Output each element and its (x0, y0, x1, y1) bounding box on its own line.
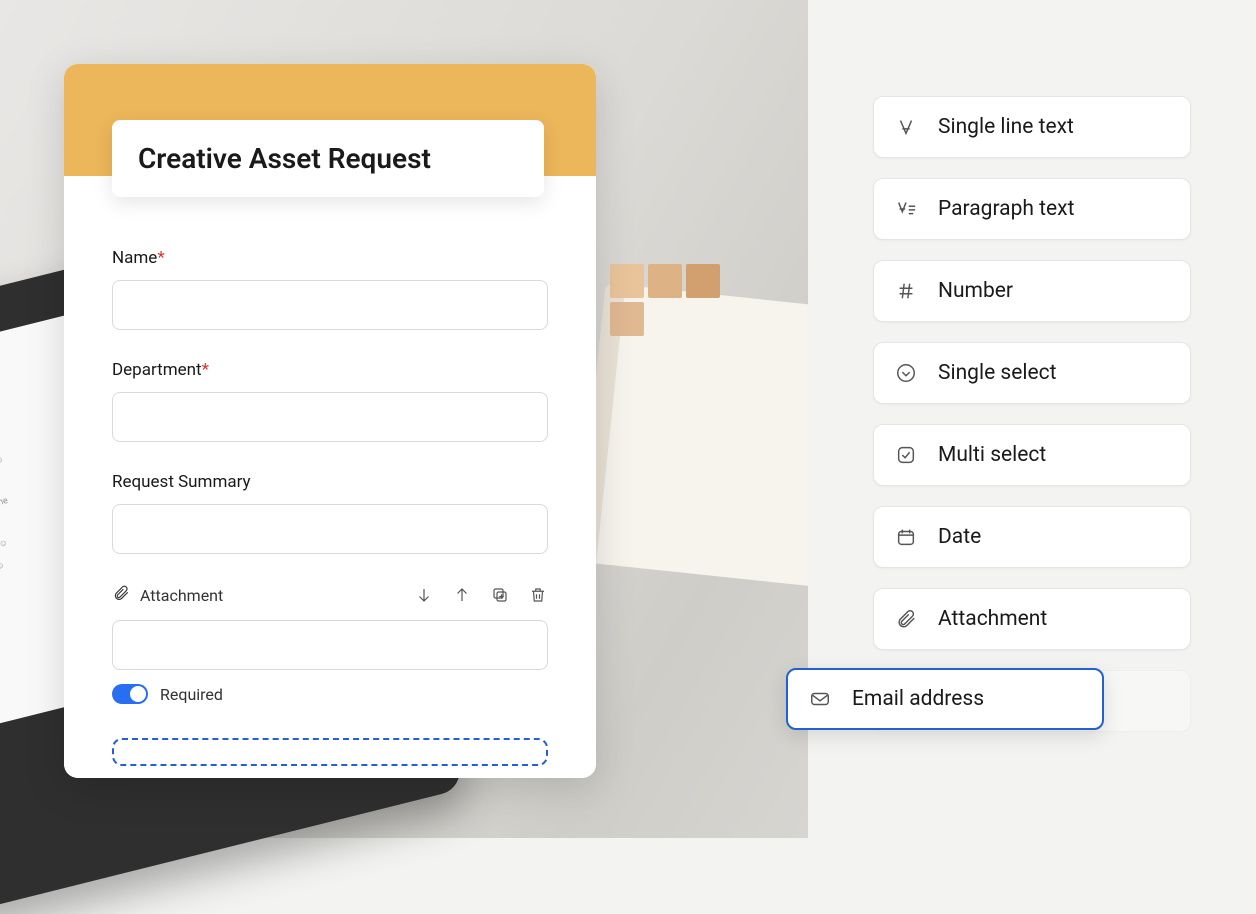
field-type-number[interactable]: Number (873, 260, 1191, 322)
field-summary: Request Summary (112, 472, 548, 554)
required-row: Required (112, 684, 548, 704)
calendar-icon (894, 525, 918, 549)
checkbox-icon (894, 443, 918, 467)
name-input[interactable] (112, 280, 548, 330)
move-up-icon[interactable] (452, 585, 472, 605)
background-swatch (648, 264, 682, 298)
delete-icon[interactable] (528, 585, 548, 605)
field-dropzone[interactable] (112, 738, 548, 766)
field-type-label: Single line text (938, 115, 1074, 139)
duplicate-icon[interactable] (490, 585, 510, 605)
field-label-department: Department* (112, 360, 548, 380)
label-text: Department (112, 360, 202, 380)
field-label-summary: Request Summary (112, 472, 548, 492)
required-asterisk: * (202, 360, 209, 380)
field-type-date[interactable]: Date (873, 506, 1191, 568)
summary-input[interactable] (112, 504, 548, 554)
field-type-label: Number (938, 279, 1013, 303)
form-builder-card: Creative Asset Request Name* Department*… (64, 64, 596, 778)
field-type-single-line[interactable]: Single line text (873, 96, 1191, 158)
hash-icon (894, 279, 918, 303)
form-body: Name* Department* Request Summary Attach… (64, 176, 596, 778)
field-type-label: Attachment (938, 607, 1047, 631)
attachment-label-group: Attachment (112, 584, 223, 606)
field-type-single-select[interactable]: Single select (873, 342, 1191, 404)
background-swatch (686, 264, 720, 298)
department-input[interactable] (112, 392, 548, 442)
field-department: Department* (112, 360, 548, 442)
background-swatch (610, 302, 644, 336)
attachment-label: Attachment (140, 586, 223, 605)
required-label: Required (160, 685, 223, 704)
text-icon (894, 115, 918, 139)
paragraph-icon (894, 197, 918, 221)
field-label-name: Name* (112, 248, 548, 268)
field-type-label: Email address (852, 687, 984, 711)
required-asterisk: * (157, 248, 164, 268)
paperclip-icon (894, 607, 918, 631)
move-down-icon[interactable] (414, 585, 434, 605)
attachment-toolbar (414, 585, 548, 605)
paperclip-icon (112, 584, 130, 606)
field-type-attachment[interactable]: Attachment (873, 588, 1191, 650)
chevron-down-circle-icon (894, 361, 918, 385)
form-title[interactable]: Creative Asset Request (112, 120, 544, 197)
field-attachment: Attachment Required (112, 584, 548, 704)
attachment-input[interactable] (112, 620, 548, 670)
attachment-header: Attachment (112, 584, 548, 606)
field-type-label: Multi select (938, 443, 1046, 467)
field-type-label: Paragraph text (938, 197, 1074, 221)
field-type-email-dragging[interactable]: Email address (786, 668, 1104, 730)
field-type-label: Single select (938, 361, 1057, 385)
required-toggle[interactable] (112, 684, 148, 704)
label-text: Name (112, 248, 157, 268)
field-type-multi-select[interactable]: Multi select (873, 424, 1191, 486)
field-type-paragraph[interactable]: Paragraph text (873, 178, 1191, 240)
background-swatch (610, 264, 644, 298)
field-type-label: Date (938, 525, 981, 549)
envelope-icon (808, 687, 832, 711)
field-name: Name* (112, 248, 548, 330)
